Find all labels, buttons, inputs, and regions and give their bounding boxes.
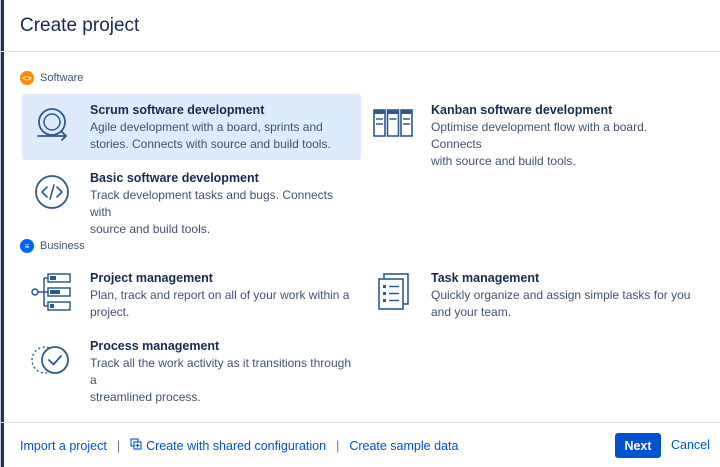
option-desc: stories. Connects with source and build … xyxy=(90,137,331,151)
option-title: Basic software development xyxy=(90,171,259,185)
dialog-title: Create project xyxy=(20,15,140,36)
copy-config-icon xyxy=(130,438,142,453)
option-task-management[interactable]: Task management Quickly organize and ass… xyxy=(363,262,703,326)
scrum-cycle-icon xyxy=(30,102,74,146)
option-process-management[interactable]: Process management Track all the work ac… xyxy=(22,330,361,404)
option-scrum[interactable]: Scrum software development Agile develop… xyxy=(22,94,361,160)
option-kanban[interactable]: Kanban software development Optimise dev… xyxy=(363,94,703,168)
next-button[interactable]: Next xyxy=(615,433,661,458)
create-project-dialog: Create project <> Software Scrum softwar… xyxy=(0,0,720,467)
option-title: Scrum software development xyxy=(90,103,265,117)
option-desc: source and build tools. xyxy=(90,222,211,236)
option-desc: streamlined process. xyxy=(90,390,201,404)
link-separator: | xyxy=(336,438,340,453)
task-list-icon xyxy=(371,270,415,314)
dialog-body: <> Software Scrum software development A… xyxy=(1,52,720,422)
option-desc: with source and build tools. xyxy=(431,154,576,168)
category-label: Software xyxy=(40,72,84,84)
process-check-icon xyxy=(30,338,74,382)
option-title: Task management xyxy=(431,271,540,285)
option-desc: Optimise development flow with a board. … xyxy=(431,120,648,151)
category-software: <> Software xyxy=(20,71,83,85)
sample-data-link[interactable]: Create sample data xyxy=(349,439,458,453)
option-title: Kanban software development xyxy=(431,103,613,117)
option-desc: and your team. xyxy=(431,305,512,319)
category-business: ≡ Business xyxy=(20,239,85,253)
cancel-button[interactable]: Cancel xyxy=(665,433,716,458)
dialog-header: Create project xyxy=(1,0,720,52)
dialog-footer: Import a project | Create with shared co… xyxy=(1,422,720,467)
option-desc: Track development tasks and bugs. Connec… xyxy=(90,188,334,219)
option-desc: project. xyxy=(90,305,130,319)
option-project-management[interactable]: Project management Plan, track and repor… xyxy=(22,262,361,326)
shared-config-link[interactable]: Create with shared configuration xyxy=(130,438,326,453)
project-tree-icon xyxy=(30,270,74,314)
import-project-link[interactable]: Import a project xyxy=(20,439,107,453)
option-basic[interactable]: Basic software development Track develop… xyxy=(22,162,361,236)
option-desc: Agile development with a board, sprints … xyxy=(90,120,323,134)
category-label: Business xyxy=(40,240,85,252)
option-title: Project management xyxy=(90,271,213,285)
option-desc: Track all the work activity as it transi… xyxy=(90,356,351,387)
link-separator: | xyxy=(116,438,121,453)
kanban-board-icon xyxy=(371,102,415,146)
document-lines-icon: ≡ xyxy=(20,239,34,253)
footer-links: Import a project | Create with shared co… xyxy=(20,438,458,453)
code-brackets-icon: <> xyxy=(20,71,34,85)
option-desc: Plan, track and report on all of your wo… xyxy=(90,288,350,302)
code-circle-icon xyxy=(30,170,74,214)
option-title: Process management xyxy=(90,339,220,353)
shared-config-label: Create with shared configuration xyxy=(146,438,327,453)
option-desc: Quickly organize and assign simple tasks… xyxy=(431,288,691,302)
